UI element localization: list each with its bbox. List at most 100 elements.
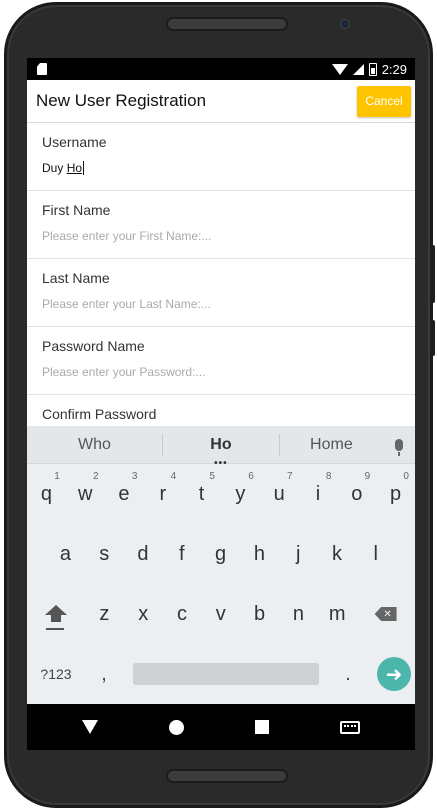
volume-button (430, 245, 435, 303)
key-m[interactable]: m (318, 584, 357, 644)
confirm-password-label: Confirm Password (42, 406, 157, 422)
key-x[interactable]: x (124, 584, 163, 644)
username-label: Username (42, 134, 107, 150)
backspace-icon: ✕ (374, 607, 397, 621)
key-e[interactable]: 3e (105, 464, 144, 524)
registration-form: Username Duy Ho First Name Please enter … (27, 123, 415, 463)
suggestion-2-label: Ho (210, 435, 232, 453)
enter-key[interactable]: ➜ (377, 657, 411, 691)
suggestion-1[interactable]: Who (27, 436, 162, 454)
key-hint: 1 (54, 471, 60, 482)
front-camera (340, 19, 350, 29)
key-v[interactable]: v (201, 584, 240, 644)
username-value-prefix: Duy (42, 161, 67, 175)
key-row-3: zxcvbnm ✕ (27, 584, 415, 644)
home-icon[interactable] (169, 719, 185, 735)
key-a[interactable]: a (46, 524, 85, 584)
navigation-bar (27, 704, 415, 750)
password-label: Password Name (42, 338, 145, 354)
status-bar: 2:29 (27, 58, 415, 80)
key-f[interactable]: f (162, 524, 201, 584)
soft-keyboard: Who Ho ••• Home 1q2w3e4r5t6y7u8i9o0p asdf… (27, 426, 415, 704)
key-j[interactable]: j (279, 524, 318, 584)
sd-card-icon (37, 63, 47, 75)
key-c[interactable]: c (163, 584, 202, 644)
key-hint: 8 (325, 471, 332, 482)
key-l[interactable]: l (356, 524, 395, 584)
key-hint: 7 (287, 471, 293, 482)
key-i[interactable]: 8i (299, 464, 338, 524)
space-key[interactable] (133, 663, 319, 685)
power-button (430, 320, 435, 356)
username-input[interactable]: Duy Ho (42, 159, 400, 177)
key-g[interactable]: g (201, 524, 240, 584)
key-label: w (77, 482, 93, 505)
key-hint: 9 (364, 471, 371, 482)
backspace-key[interactable]: ✕ (357, 584, 415, 644)
wifi-icon (331, 63, 348, 75)
clock: 2:29 (381, 61, 407, 77)
page-title: New User Registration (36, 91, 207, 110)
key-z[interactable]: z (85, 584, 124, 644)
recents-icon[interactable] (254, 720, 269, 734)
comma-key[interactable]: , (85, 663, 123, 686)
period-key[interactable]: . (329, 663, 367, 686)
key-d[interactable]: d (124, 524, 163, 584)
key-label: t (198, 482, 205, 505)
key-label: y (235, 482, 246, 505)
key-y[interactable]: 6y (221, 464, 260, 524)
key-label: i (315, 482, 321, 505)
key-o[interactable]: 9o (337, 464, 376, 524)
key-label: u (273, 482, 285, 505)
suggestion-strip: Who Ho ••• Home (27, 426, 415, 469)
key-row-4: ?123 , . ➜ (27, 644, 415, 704)
text-cursor (83, 161, 85, 175)
microphone-icon[interactable] (383, 438, 415, 456)
key-label: r (159, 482, 167, 505)
suggestion-3[interactable]: Home (280, 436, 383, 454)
password-input[interactable]: Please enter your Password:... (42, 363, 400, 381)
shift-key[interactable] (27, 584, 85, 644)
key-label: q (40, 482, 52, 505)
key-hint: 3 (131, 471, 138, 482)
keyboard-icon[interactable] (339, 720, 360, 734)
screen: 2:29 New User Registration Cancel Userna… (27, 58, 415, 750)
key-p[interactable]: 0p (376, 464, 415, 524)
key-hint: 0 (403, 471, 409, 482)
key-b[interactable]: b (240, 584, 279, 644)
key-label: p (390, 482, 402, 505)
key-n[interactable]: n (279, 584, 318, 644)
key-w[interactable]: 2w (66, 464, 105, 524)
key-u[interactable]: 7u (260, 464, 299, 524)
last-name-label: Last Name (42, 270, 110, 286)
key-q[interactable]: 1q (27, 464, 66, 524)
key-label: o (351, 482, 363, 505)
shift-icon (45, 605, 67, 622)
key-hint: 6 (248, 471, 254, 482)
key-k[interactable]: k (318, 524, 357, 584)
key-r[interactable]: 4r (143, 464, 182, 524)
suggestion-2[interactable]: Ho ••• (163, 435, 279, 469)
signal-icon (352, 63, 364, 75)
key-row-2: asdfghjkl (27, 524, 415, 584)
username-field[interactable]: Username Duy Ho (27, 123, 415, 191)
cancel-button[interactable]: Cancel (357, 85, 411, 117)
username-composing-text: Ho (66, 161, 83, 175)
key-row-1: 1q2w3e4r5t6y7u8i9o0p (27, 464, 415, 524)
app-bar: New User Registration Cancel (27, 80, 415, 123)
battery-icon (368, 62, 377, 76)
password-field[interactable]: Password Name Please enter your Password… (27, 327, 415, 395)
first-name-input[interactable]: Please enter your First Name:... (42, 227, 400, 245)
last-name-field[interactable]: Last Name Please enter your Last Name:..… (27, 259, 415, 327)
key-hint: 4 (170, 471, 177, 482)
bottom-speaker (166, 769, 288, 783)
symbols-key[interactable]: ?123 (27, 666, 85, 682)
key-h[interactable]: h (240, 524, 279, 584)
key-hint: 5 (209, 471, 215, 482)
back-icon[interactable] (82, 720, 99, 734)
key-t[interactable]: 5t (182, 464, 221, 524)
first-name-label: First Name (42, 202, 111, 218)
last-name-input[interactable]: Please enter your Last Name:... (42, 295, 400, 313)
key-s[interactable]: s (85, 524, 124, 584)
first-name-field[interactable]: First Name Please enter your First Name:… (27, 191, 415, 259)
